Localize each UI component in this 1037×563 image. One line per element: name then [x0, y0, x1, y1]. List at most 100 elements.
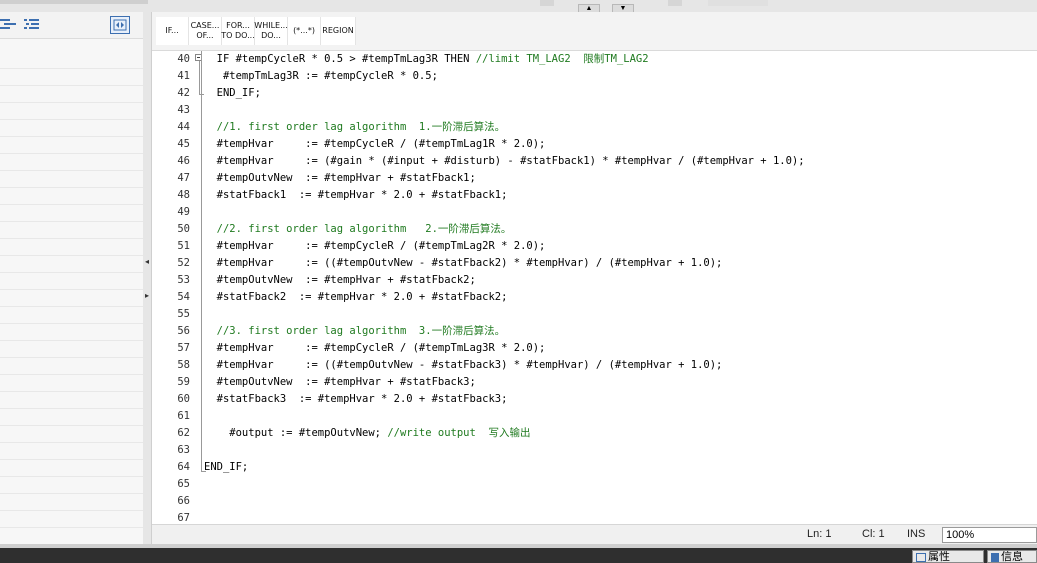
top-left-tab-edge — [0, 0, 148, 4]
code-line[interactable]: END_IF; — [204, 85, 261, 102]
snippet-for-button[interactable]: FOR... TO DO... — [221, 17, 255, 45]
code-line[interactable]: #tempHvar := #tempCycleR / (#tempTmLag3R… — [204, 340, 546, 357]
properties-icon — [916, 552, 926, 562]
code-line[interactable]: #tempOutvNew := #tempHvar + #statFback1; — [204, 170, 476, 187]
list-item[interactable] — [0, 256, 143, 273]
line-number: 66 — [177, 495, 190, 507]
code-line[interactable]: #tempHvar := ((#tempOutvNew - #statFback… — [204, 357, 723, 374]
code-line[interactable]: #statFback1 := #tempHvar * 2.0 + #statFb… — [204, 187, 508, 204]
list-item[interactable] — [0, 477, 143, 494]
list-item[interactable] — [0, 511, 143, 528]
snippet-while-label: WHILE... DO... — [254, 21, 288, 40]
code-line[interactable]: #statFback2 := #tempHvar * 2.0 + #statFb… — [204, 289, 508, 306]
list-item[interactable] — [0, 307, 143, 324]
list-item[interactable] — [0, 120, 143, 137]
list-item[interactable] — [0, 103, 143, 120]
snippet-region-button[interactable]: REGION — [321, 17, 356, 45]
list-item[interactable] — [0, 341, 143, 358]
code-comment: //write output 写入输出 — [387, 427, 531, 439]
line-number: 47 — [177, 172, 190, 184]
code-line[interactable]: #tempHvar := ((#tempOutvNew - #statFback… — [204, 255, 723, 272]
code-line[interactable]: #tempHvar := #tempCycleR / (#tempTmLag1R… — [204, 136, 546, 153]
status-insert-mode[interactable]: INS — [907, 528, 925, 540]
list-item[interactable] — [0, 324, 143, 341]
code-line[interactable]: #tempHvar := #tempCycleR / (#tempTmLag2R… — [204, 238, 546, 255]
line-number: 48 — [177, 189, 190, 201]
tab-properties[interactable]: 属性 — [912, 550, 984, 563]
line-number: 41 — [177, 70, 190, 82]
list-item[interactable] — [0, 375, 143, 392]
line-number: 65 — [177, 478, 190, 490]
zoom-field[interactable]: 100% — [942, 527, 1037, 543]
line-number: 46 — [177, 155, 190, 167]
list-item[interactable] — [0, 494, 143, 511]
snippet-comment-button[interactable]: (*...*) — [288, 17, 321, 45]
list-outline-icon[interactable] — [24, 17, 40, 31]
fold-guide-inner — [199, 61, 200, 94]
status-line: Ln: 1 — [807, 528, 832, 540]
code-line[interactable]: #statFback3 := #tempHvar * 2.0 + #statFb… — [204, 391, 508, 408]
line-number: 45 — [177, 138, 190, 150]
list-item[interactable] — [0, 528, 143, 545]
list-item[interactable] — [0, 392, 143, 409]
snippet-while-button[interactable]: WHILE... DO... — [254, 17, 288, 45]
list-item[interactable] — [0, 409, 143, 426]
code-text: IF #tempCycleR * 0.5 > #tempTmLag3R THEN — [204, 53, 476, 65]
snippet-if-button[interactable]: IF... — [156, 17, 189, 45]
collapse-left-arrow-icon[interactable]: ◂ — [144, 257, 150, 267]
line-number: 61 — [177, 410, 190, 422]
line-number: 57 — [177, 342, 190, 354]
list-item[interactable] — [0, 205, 143, 222]
list-item[interactable] — [0, 69, 143, 86]
top-mini-tab-3 — [708, 0, 768, 6]
panel-splitter[interactable]: ◂ ▸ — [143, 12, 152, 544]
expand-right-arrow-icon[interactable]: ▸ — [144, 291, 150, 301]
line-number-gutter: 40 41 42 43 44 45 46 47 48 49 50 51 52 53 54 55 56 57 58 59… — [152, 51, 192, 526]
line-number: 50 — [177, 223, 190, 235]
list-item[interactable] — [0, 188, 143, 205]
left-panel — [0, 12, 144, 545]
list-item[interactable] — [0, 273, 143, 290]
list-item[interactable] — [0, 137, 143, 154]
list-item[interactable] — [0, 171, 143, 188]
code-text: #output := #tempOutvNew; — [204, 427, 388, 439]
code-line[interactable]: #tempOutvNew := #tempHvar + #statFback3; — [204, 374, 476, 391]
list-item[interactable] — [0, 52, 143, 69]
code-line[interactable]: //1. first order lag algorithm 1.一阶滞后算法。 — [204, 119, 505, 136]
list-item[interactable] — [0, 290, 143, 307]
list-indent-icon[interactable] — [0, 17, 16, 31]
list-item[interactable] — [0, 460, 143, 477]
code-line[interactable]: #tempOutvNew := #tempHvar + #statFback2; — [204, 272, 476, 289]
code-area[interactable]: 40 41 42 43 44 45 46 47 48 49 50 51 52 53 54 55 56 57 58 59… — [152, 51, 1037, 526]
list-item[interactable] — [0, 443, 143, 460]
top-mini-tab-2 — [668, 0, 682, 6]
line-number: 40 — [177, 53, 190, 65]
list-item[interactable] — [0, 426, 143, 443]
fold-guide-outer — [201, 51, 202, 471]
line-number: 60 — [177, 393, 190, 405]
line-number: 43 — [177, 104, 190, 116]
code-line[interactable]: #tempTmLag3R := #tempCycleR * 0.5; — [204, 68, 438, 85]
list-item[interactable] — [0, 86, 143, 103]
line-number: 53 — [177, 274, 190, 286]
list-item[interactable] — [0, 239, 143, 256]
snippet-case-button[interactable]: CASE... OF... — [189, 17, 222, 45]
code-line[interactable]: IF #tempCycleR * 0.5 > #tempTmLag3R THEN… — [204, 51, 649, 68]
code-line[interactable]: #output := #tempOutvNew; //write output … — [204, 425, 530, 442]
tab-info[interactable]: 信息 — [987, 550, 1037, 563]
list-item[interactable] — [0, 154, 143, 171]
line-number: 44 — [177, 121, 190, 133]
toggle-panel-button[interactable] — [110, 16, 130, 34]
line-number: 54 — [177, 291, 190, 303]
line-number: 49 — [177, 206, 190, 218]
list-item[interactable] — [0, 222, 143, 239]
line-number: 62 — [177, 427, 190, 439]
code-line[interactable]: END_IF; — [204, 459, 248, 476]
bottom-divider — [0, 544, 1037, 548]
code-line[interactable]: #tempHvar := (#gain * (#input + #disturb… — [204, 153, 805, 170]
info-icon — [991, 552, 999, 562]
code-line[interactable]: //3. first order lag algorithm 3.一阶滞后算法。 — [204, 323, 505, 340]
list-item[interactable] — [0, 358, 143, 375]
code-comment: //limit TM_LAG2 限制TM_LAG2 — [475, 53, 649, 65]
code-line[interactable]: //2. first order lag algorithm 2.一阶滞后算法。 — [204, 221, 512, 238]
